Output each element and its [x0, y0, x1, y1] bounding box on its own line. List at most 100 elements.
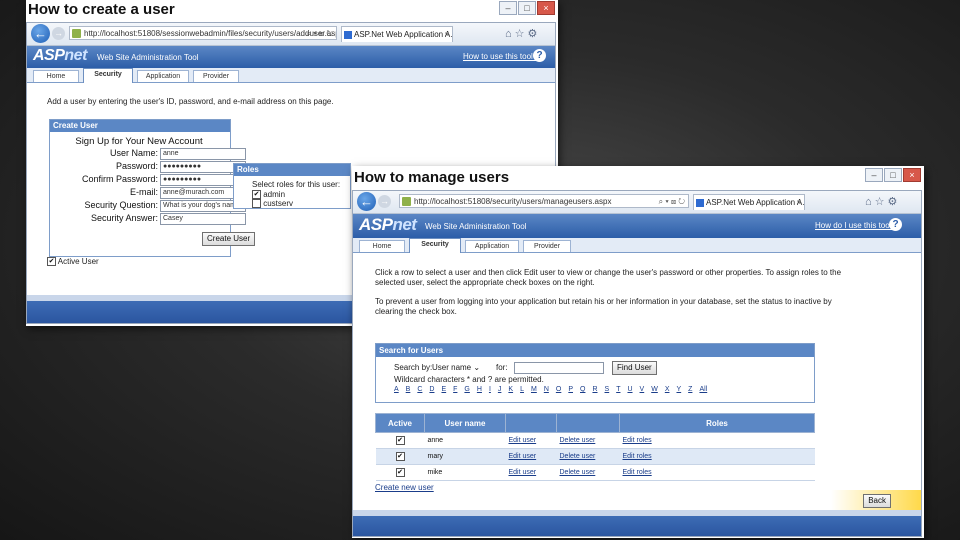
active-checkbox[interactable]: ✔ — [395, 468, 405, 477]
active-checkbox[interactable]: ✔ — [395, 436, 405, 445]
letter-link-u[interactable]: U — [627, 386, 632, 393]
tab-application[interactable]: Application — [465, 240, 519, 252]
letter-link-o[interactable]: O — [556, 386, 561, 393]
letter-link-d[interactable]: D — [429, 386, 434, 393]
delete-user-link[interactable]: Delete user — [556, 448, 620, 465]
letter-link-n[interactable]: N — [544, 386, 549, 393]
delete-user-link[interactable]: Delete user — [556, 464, 620, 481]
active-user-checkbox[interactable]: ✔ — [47, 257, 56, 267]
active-user-label: Active User — [57, 257, 99, 266]
header-active: Active — [375, 413, 425, 433]
minimize-icon[interactable]: – — [499, 1, 517, 15]
letter-link-j[interactable]: J — [498, 386, 502, 393]
confirm-password-label: Confirm Password: — [81, 174, 158, 184]
back-button[interactable]: Back — [863, 494, 891, 508]
tab-security[interactable]: Security — [83, 68, 133, 83]
find-user-button[interactable]: Find User — [612, 361, 657, 375]
edit-user-link[interactable]: Edit user — [505, 464, 557, 481]
letter-link-h[interactable]: H — [477, 386, 482, 393]
favorites-icon[interactable]: ☆ — [515, 28, 528, 40]
letter-link-y[interactable]: Y — [676, 386, 681, 393]
how-to-link[interactable]: How to use this tool? — [463, 52, 537, 61]
active-cell[interactable]: ✔ — [375, 432, 425, 449]
search-by-select[interactable]: User name ⌄ — [432, 363, 480, 372]
back-arrow-icon[interactable]: ← — [357, 192, 376, 211]
home-icon[interactable]: ⌂ — [865, 196, 875, 208]
address-bar[interactable]: http://localhost:51808/sessionwebadmin/f… — [69, 26, 337, 40]
username-field[interactable]: anne — [160, 148, 246, 160]
letter-link-all[interactable]: All — [699, 386, 707, 393]
close-icon[interactable]: × — [903, 168, 921, 182]
letter-link-s[interactable]: S — [605, 386, 610, 393]
letter-link-c[interactable]: C — [417, 386, 422, 393]
edit-roles-link[interactable]: Edit roles — [619, 448, 815, 465]
chevron-down-icon: ⌄ — [473, 363, 481, 372]
letter-link-v[interactable]: V — [640, 386, 645, 393]
table-row[interactable]: ✔ mike Edit user Delete user Edit roles — [375, 464, 815, 481]
tab-close-icon[interactable]: × — [444, 27, 449, 42]
window-controls: – □ × — [864, 168, 921, 182]
maximize-icon[interactable]: □ — [518, 1, 536, 15]
browser-tab[interactable]: ASP.Net Web Application A... × — [693, 194, 805, 210]
username-label: User Name: — [109, 148, 158, 158]
letter-link-p[interactable]: P — [568, 386, 573, 393]
edit-user-link[interactable]: Edit user — [505, 448, 557, 465]
table-row[interactable]: ✔ anne Edit user Delete user Edit roles — [375, 432, 815, 449]
security-answer-field[interactable]: Casey — [160, 213, 246, 225]
letter-link-m[interactable]: M — [531, 386, 537, 393]
table-row[interactable]: ✔ mary Edit user Delete user Edit roles — [375, 448, 815, 465]
asp-logo-suffix: net — [64, 47, 87, 64]
tab-provider[interactable]: Provider — [193, 70, 239, 82]
delete-user-link[interactable]: Delete user — [556, 432, 620, 449]
tab-home[interactable]: Home — [359, 240, 405, 252]
letter-link-i[interactable]: I — [489, 386, 491, 393]
help-icon[interactable]: ? — [533, 49, 546, 62]
role-custserv-checkbox[interactable] — [252, 199, 261, 209]
close-icon[interactable]: × — [537, 1, 555, 15]
browser-tab[interactable]: ASP.Net Web Application A... × — [341, 26, 453, 42]
search-input[interactable] — [514, 362, 604, 374]
help-icon[interactable]: ? — [889, 218, 902, 231]
create-new-user-link[interactable]: Create new user — [375, 483, 434, 492]
how-to-link[interactable]: How do I use this tool? — [815, 221, 896, 230]
address-bar[interactable]: http://localhost:51808/security/users/ma… — [399, 194, 689, 208]
letter-link-f[interactable]: F — [453, 386, 457, 393]
home-icon[interactable]: ⌂ — [505, 28, 515, 40]
letter-link-a[interactable]: A — [394, 386, 399, 393]
letter-link-w[interactable]: W — [651, 386, 658, 393]
tab-security[interactable]: Security — [409, 238, 461, 253]
create-user-button[interactable]: Create User — [202, 232, 256, 246]
letter-link-l[interactable]: L — [520, 386, 524, 393]
forward-arrow-icon[interactable]: → — [52, 27, 65, 40]
letter-link-g[interactable]: G — [464, 386, 469, 393]
minimize-icon[interactable]: – — [865, 168, 883, 182]
tab-provider[interactable]: Provider — [523, 240, 571, 252]
letter-link-k[interactable]: K — [508, 386, 513, 393]
active-cell[interactable]: ✔ — [375, 464, 425, 481]
role-custserv[interactable]: custserv — [252, 199, 293, 209]
active-user-option[interactable]: ✔ Active User — [47, 257, 99, 267]
letter-link-t[interactable]: T — [616, 386, 620, 393]
forward-arrow-icon[interactable]: → — [378, 195, 391, 208]
for-label: for: — [496, 363, 508, 372]
role-admin[interactable]: ✔ admin — [252, 190, 285, 200]
edit-roles-link[interactable]: Edit roles — [619, 464, 815, 481]
back-arrow-icon[interactable]: ← — [31, 24, 50, 43]
letter-link-q[interactable]: Q — [580, 386, 585, 393]
letter-link-x[interactable]: X — [665, 386, 670, 393]
edit-roles-link[interactable]: Edit roles — [619, 432, 815, 449]
letter-link-e[interactable]: E — [441, 386, 446, 393]
tab-application[interactable]: Application — [137, 70, 189, 82]
favorites-icon[interactable]: ☆ — [875, 196, 888, 208]
letter-link-r[interactable]: R — [592, 386, 597, 393]
tab-home[interactable]: Home — [33, 70, 79, 82]
letter-link-b[interactable]: B — [406, 386, 411, 393]
gear-icon[interactable]: ⚙ — [888, 196, 901, 208]
active-checkbox[interactable]: ✔ — [395, 452, 405, 461]
tab-close-icon[interactable]: × — [796, 195, 801, 210]
gear-icon[interactable]: ⚙ — [528, 28, 541, 40]
active-cell[interactable]: ✔ — [375, 448, 425, 465]
maximize-icon[interactable]: □ — [884, 168, 902, 182]
edit-user-link[interactable]: Edit user — [505, 432, 557, 449]
letter-link-z[interactable]: Z — [688, 386, 692, 393]
